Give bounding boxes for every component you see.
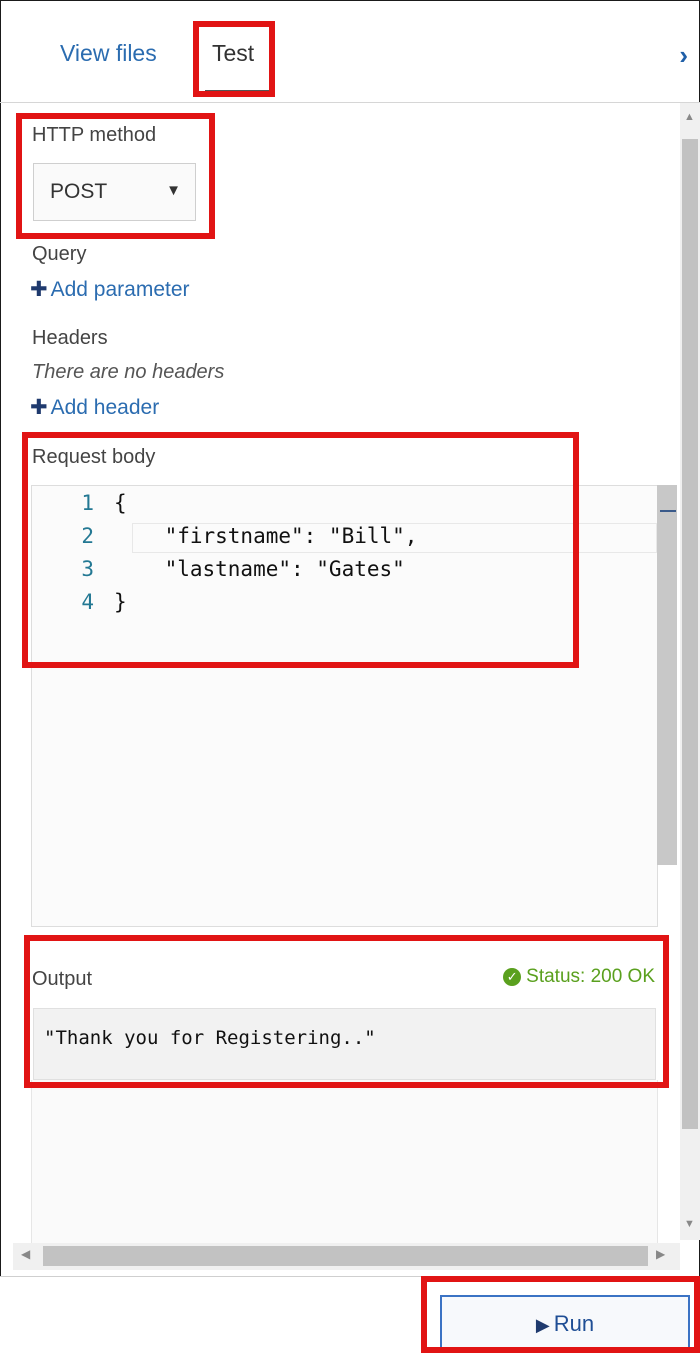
vertical-scrollbar[interactable]: ▲ ▼ — [680, 103, 700, 1240]
horizontal-scroll-thumb[interactable] — [43, 1246, 648, 1266]
code-line: 1{ — [32, 491, 127, 521]
scroll-down-icon[interactable]: ▼ — [684, 1218, 695, 1230]
chevron-right-icon[interactable]: › — [679, 40, 688, 71]
add-header-label: Add header — [50, 396, 160, 419]
code-text: } — [114, 590, 127, 614]
run-button-content: ▶ Run — [442, 1311, 688, 1337]
line-number: 3 — [81, 557, 94, 581]
status-badge: ✓ Status: 200 OK — [503, 966, 655, 988]
request-body-label: Request body — [32, 446, 156, 468]
editor-overview-marker — [660, 510, 676, 512]
status-text: Status: 200 OK — [526, 966, 655, 987]
output-box: "Thank you for Registering.." — [33, 1008, 656, 1080]
plus-icon: ✚ — [30, 278, 48, 301]
request-body-editor[interactable]: 1{ 2 "firstname": "Bill", 3 "lastname": … — [31, 485, 658, 927]
code-text: "lastname": "Gates" — [114, 557, 405, 581]
output-label: Output — [32, 968, 93, 990]
tab-view-files[interactable]: View files — [60, 40, 157, 67]
vertical-scroll-thumb[interactable] — [682, 139, 698, 1129]
query-label: Query — [32, 243, 87, 265]
http-method-label: HTTP method — [32, 124, 157, 146]
check-circle-icon: ✓ — [503, 968, 522, 986]
line-number: 4 — [81, 590, 94, 614]
add-header-link[interactable]: ✚ Add header — [30, 395, 159, 420]
scroll-up-icon[interactable]: ▲ — [684, 111, 695, 123]
tab-test[interactable]: Test — [212, 40, 254, 67]
line-number: 1 — [81, 491, 94, 515]
code-line: 3 "lastname": "Gates" — [32, 557, 405, 587]
code-text: "firstname": "Bill", — [114, 524, 418, 548]
add-parameter-label: Add parameter — [50, 278, 190, 301]
horizontal-scrollbar[interactable]: ◀ ▶ — [13, 1243, 680, 1270]
code-line: 2 "firstname": "Bill", — [32, 524, 417, 554]
output-text: "Thank you for Registering.." — [44, 1027, 376, 1049]
no-headers-text: There are no headers — [32, 361, 225, 383]
editor-scrollbar[interactable] — [657, 485, 677, 865]
run-label: Run — [553, 1311, 595, 1336]
code-line: 4} — [32, 590, 127, 620]
tab-bar: View files Test › — [0, 0, 700, 103]
play-icon: ▶ — [535, 1315, 550, 1335]
caret-down-icon: ▼ — [166, 182, 181, 199]
line-number: 2 — [81, 524, 94, 548]
headers-label: Headers — [32, 327, 108, 349]
scroll-left-icon[interactable]: ◀ — [21, 1247, 30, 1261]
run-button[interactable]: ▶ Run — [440, 1295, 690, 1353]
http-method-select[interactable]: POST ▼ — [33, 163, 196, 221]
add-parameter-link[interactable]: ✚ Add parameter — [30, 277, 190, 302]
output-panel-body — [31, 1080, 658, 1243]
code-text: { — [114, 491, 127, 515]
active-tab-indicator — [205, 90, 271, 97]
http-method-value: POST — [50, 180, 108, 203]
scroll-right-icon[interactable]: ▶ — [656, 1247, 665, 1261]
plus-icon: ✚ — [30, 396, 48, 419]
